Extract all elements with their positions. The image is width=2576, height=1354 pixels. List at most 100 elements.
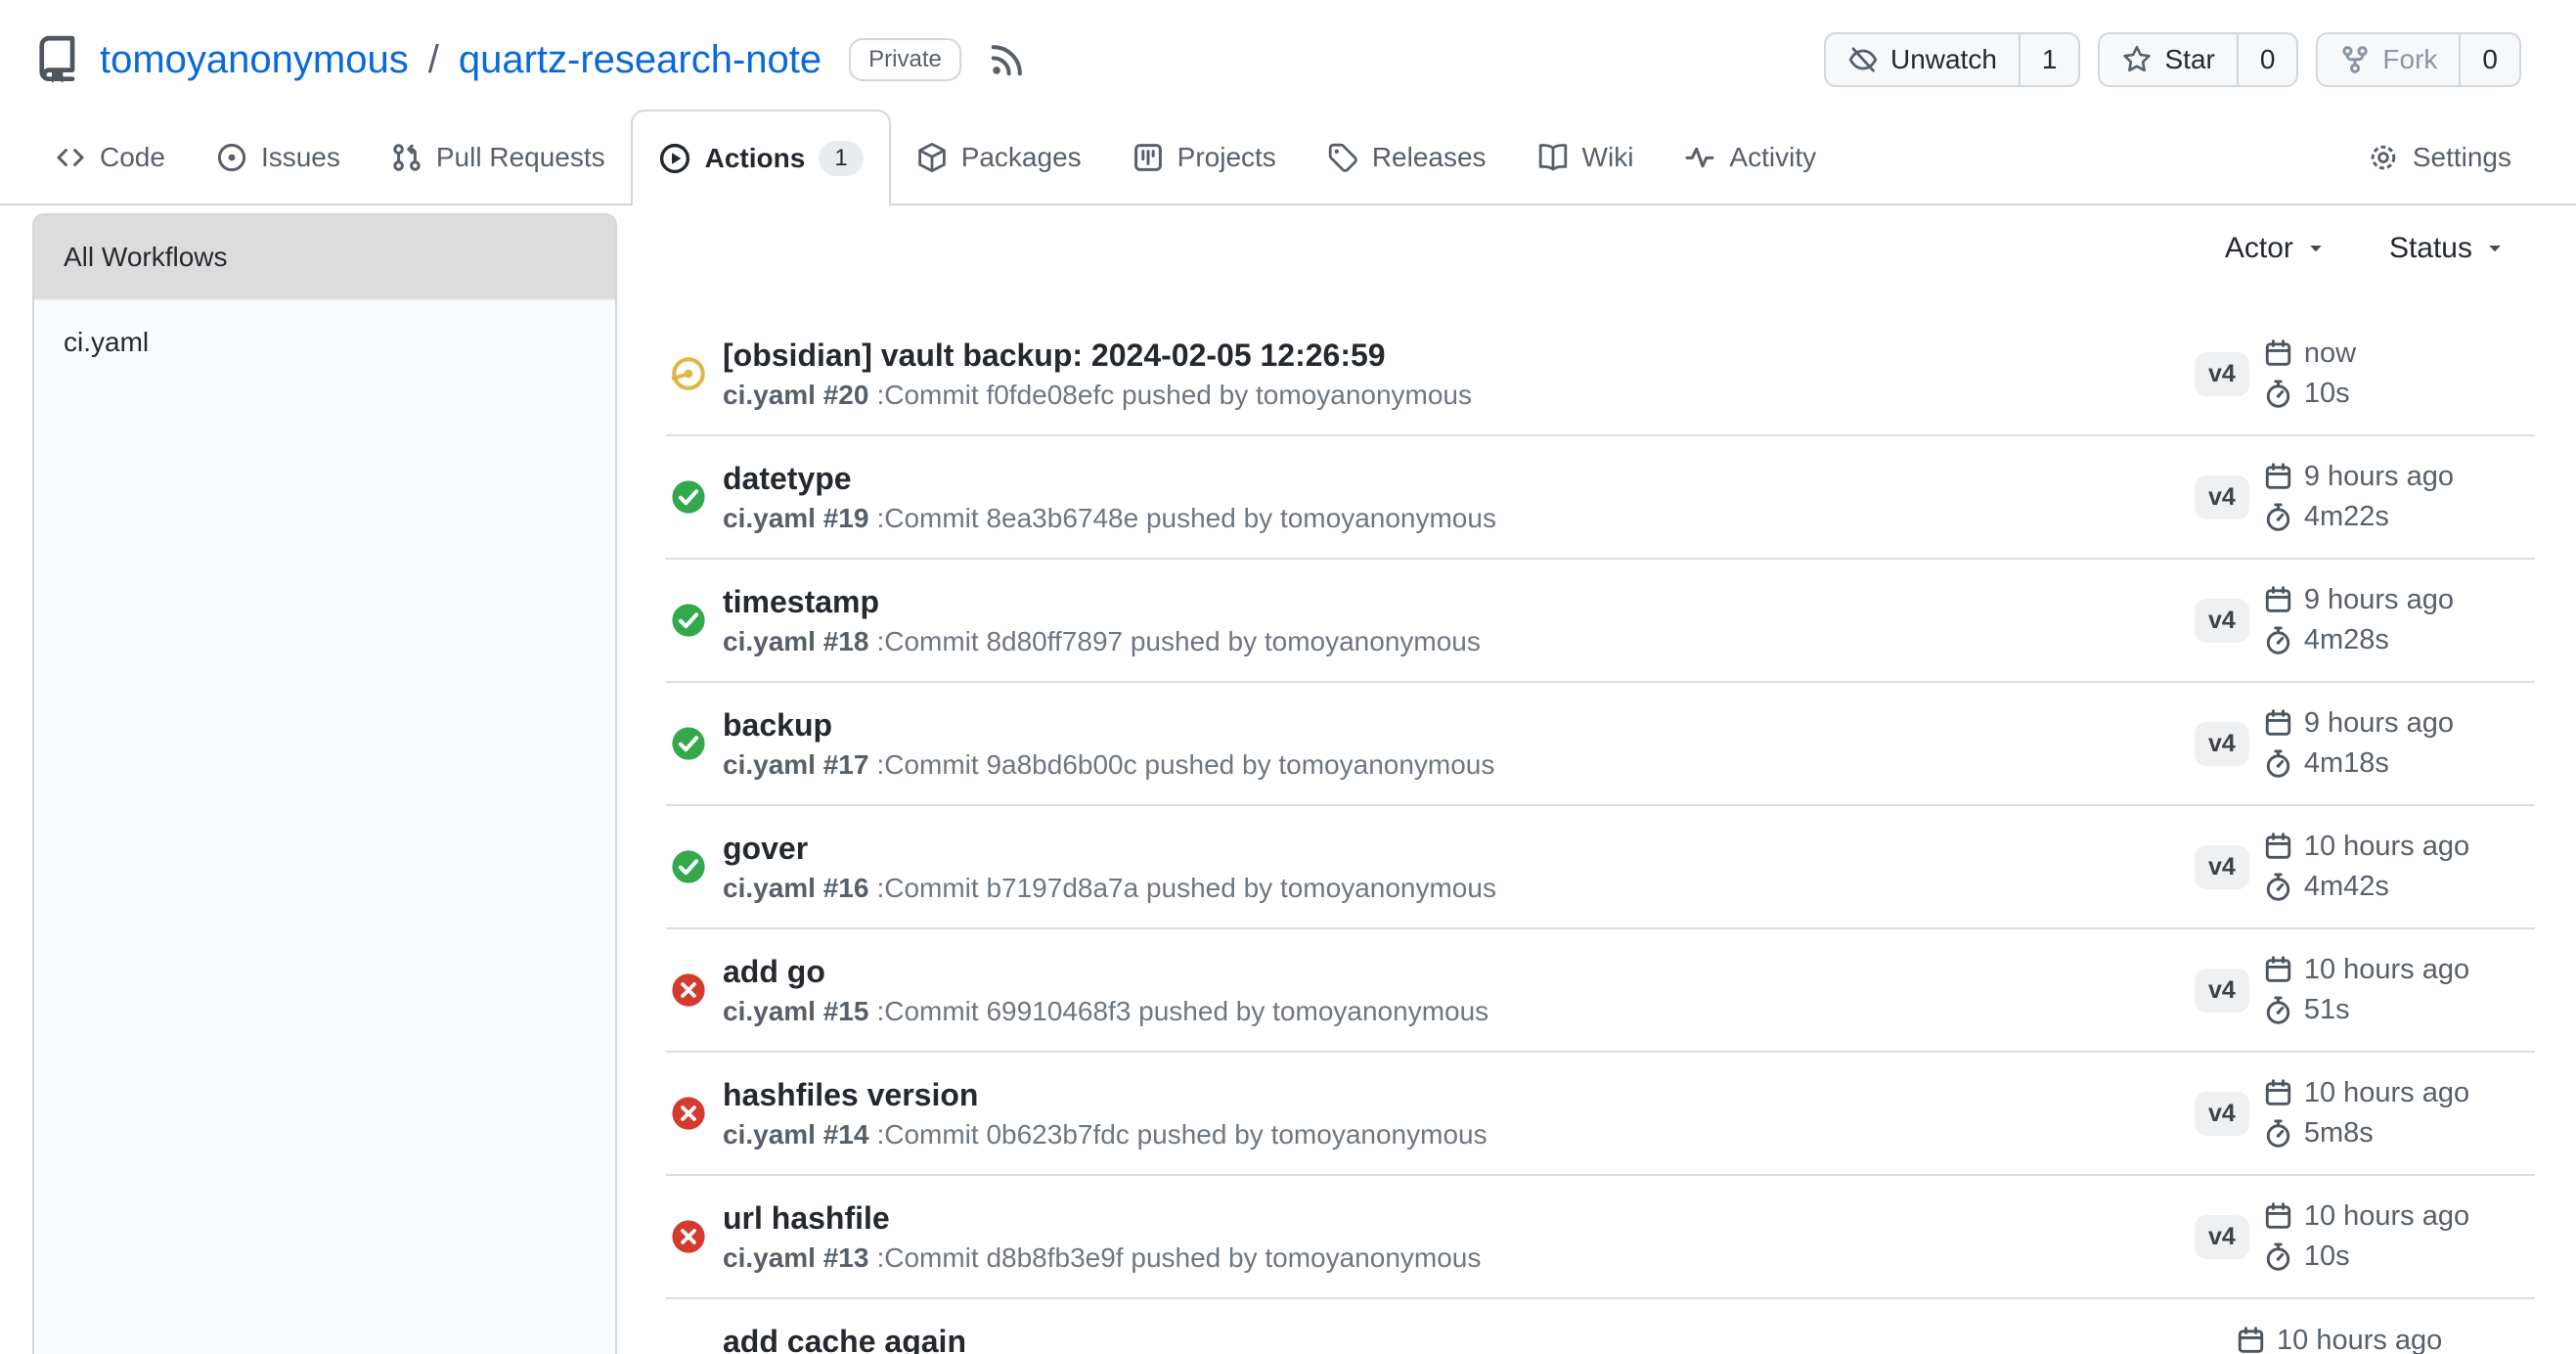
- run-subtitle: ci.yaml #13:Commit d8b8fb3e9f pushed by …: [723, 1241, 2195, 1275]
- run-time-line: 10 hours ago: [2263, 1077, 2469, 1109]
- status-filter-label: Status: [2389, 232, 2472, 265]
- repo-name-link[interactable]: quartz-research-note: [459, 38, 822, 82]
- tab-releases[interactable]: Releases: [1302, 110, 1512, 205]
- run-duration: 4m18s: [2304, 747, 2389, 780]
- run-subtitle: ci.yaml #17:Commit 9a8bd6b00c pushed by …: [723, 748, 2195, 782]
- sidebar-item-ci-yaml[interactable]: ci.yaml: [34, 300, 615, 384]
- fork-count[interactable]: 0: [2459, 34, 2519, 85]
- run-status-icon: [670, 848, 707, 885]
- code-icon: [55, 142, 86, 173]
- tab-pull-requests[interactable]: Pull Requests: [366, 110, 631, 205]
- workflow-run-row: add cache again 10 hours ago: [666, 1299, 2535, 1354]
- repo-owner-link[interactable]: tomoyanonymous: [100, 38, 409, 82]
- version-badge: v4: [2195, 1092, 2249, 1136]
- workflow-run-row: timestamp ci.yaml #18:Commit 8d80ff7897 …: [666, 560, 2535, 683]
- workflow-sidebar: All Workflows ci.yaml: [32, 213, 617, 1354]
- tab-wiki[interactable]: Wiki: [1512, 110, 1660, 205]
- run-duration-line: 4m22s: [2263, 501, 2454, 533]
- run-title-link[interactable]: timestamp: [723, 583, 2195, 620]
- run-meta-col: 10 hours ago 4m42s: [2263, 831, 2469, 903]
- repo-separator: /: [428, 38, 439, 82]
- workflow-run-row: add go ci.yaml #15:Commit 69910468f3 pus…: [666, 929, 2535, 1053]
- tab-activity[interactable]: Activity: [1659, 110, 1842, 205]
- run-time-line: now: [2263, 338, 2356, 370]
- workflow-ref: ci.yaml #20: [723, 380, 868, 410]
- sidebar-item-all-workflows[interactable]: All Workflows: [34, 215, 615, 300]
- workflow-run-row: hashfiles version ci.yaml #14:Commit 0b6…: [666, 1053, 2535, 1176]
- workflow-run-row: datetype ci.yaml #19:Commit 8ea3b6748e p…: [666, 436, 2535, 560]
- run-title-link[interactable]: backup: [723, 706, 2195, 744]
- run-duration-line: 10s: [2263, 1241, 2469, 1273]
- tab-releases-label: Releases: [1372, 142, 1487, 173]
- version-badge: v4: [2195, 722, 2249, 766]
- run-title-link[interactable]: [obsidian] vault backup: 2024-02-05 12:2…: [723, 337, 2195, 374]
- run-text: add cache again: [723, 1323, 2195, 1354]
- run-duration: 4m42s: [2304, 871, 2389, 903]
- run-status-icon: [670, 971, 707, 1009]
- commit-info: :Commit f0fde08efc pushed by tomoyanonym…: [876, 380, 1472, 410]
- run-time-line: 9 hours ago: [2263, 707, 2454, 740]
- run-duration-line: 4m18s: [2263, 747, 2454, 780]
- repo-book-icon: [33, 35, 82, 84]
- run-status-icon: [670, 478, 707, 516]
- stopwatch-icon: [2263, 872, 2293, 902]
- run-title-link[interactable]: gover: [723, 830, 2195, 867]
- fork-button[interactable]: Fork: [2318, 34, 2459, 85]
- actor-filter-dropdown[interactable]: Actor: [2225, 232, 2327, 265]
- workflow-ref: ci.yaml #19: [723, 503, 868, 533]
- run-time: 10 hours ago: [2304, 1077, 2469, 1109]
- visibility-badge: Private: [849, 38, 961, 81]
- run-time: 9 hours ago: [2304, 461, 2454, 493]
- run-time-line: 9 hours ago: [2263, 584, 2454, 616]
- tab-code[interactable]: Code: [29, 110, 191, 205]
- version-badge: v4: [2195, 969, 2249, 1013]
- run-list: [obsidian] vault backup: 2024-02-05 12:2…: [666, 313, 2535, 1354]
- run-duration: 4m22s: [2304, 501, 2389, 533]
- run-title-link[interactable]: hashfiles version: [723, 1076, 2195, 1113]
- rss-feed-icon: [989, 41, 1026, 78]
- status-filter-dropdown[interactable]: Status: [2389, 232, 2506, 265]
- workflow-run-row: gover ci.yaml #16:Commit b7197d8a7a push…: [666, 806, 2535, 929]
- run-time-line: 10 hours ago: [2236, 1325, 2442, 1354]
- tab-projects[interactable]: Projects: [1107, 110, 1302, 205]
- run-meta-col: 10 hours ago 10s: [2263, 1200, 2469, 1273]
- run-duration: 5m8s: [2304, 1117, 2374, 1150]
- stopwatch-icon: [2263, 625, 2293, 655]
- run-meta: v4 10 hours ago 10s: [2195, 1200, 2535, 1273]
- run-subtitle: ci.yaml #18:Commit 8d80ff7897 pushed by …: [723, 625, 2195, 658]
- repo-header: tomoyanonymous / quartz-research-note Pr…: [0, 0, 2576, 110]
- run-status-icon: [670, 602, 707, 639]
- run-time: now: [2304, 338, 2356, 370]
- run-meta: v4 9 hours ago 4m22s: [2195, 461, 2535, 533]
- workflow-ref: ci.yaml #18: [723, 626, 868, 656]
- unwatch-button[interactable]: Unwatch: [1826, 34, 2019, 85]
- version-badge: v4: [2195, 352, 2249, 396]
- run-meta-col: 10 hours ago 5m8s: [2263, 1077, 2469, 1150]
- star-label: Star: [2164, 44, 2214, 75]
- run-title-link[interactable]: datetype: [723, 460, 2195, 497]
- check-circle-icon: [670, 848, 707, 885]
- gear-icon: [2368, 142, 2399, 173]
- check-circle-icon: [670, 602, 707, 639]
- commit-info: :Commit 9a8bd6b00c pushed by tomoyanonym…: [876, 749, 1494, 780]
- run-meta: v4 9 hours ago 4m18s: [2195, 707, 2535, 780]
- unwatch-label: Unwatch: [1890, 44, 1997, 75]
- run-meta-col: 10 hours ago: [2236, 1325, 2442, 1354]
- check-circle-icon: [670, 478, 707, 516]
- project-icon: [1133, 142, 1164, 173]
- watch-count[interactable]: 1: [2019, 34, 2079, 85]
- fork-icon: [2339, 44, 2371, 75]
- run-title-link[interactable]: add go: [723, 953, 2195, 990]
- tab-settings[interactable]: Settings: [2342, 110, 2537, 205]
- tag-icon: [1327, 142, 1358, 173]
- tab-packages[interactable]: Packages: [891, 110, 1107, 205]
- version-badge: v4: [2195, 599, 2249, 643]
- actor-filter-label: Actor: [2225, 232, 2293, 265]
- run-title-link[interactable]: add cache again: [723, 1323, 2195, 1354]
- star-count[interactable]: 0: [2237, 34, 2297, 85]
- star-button[interactable]: Star: [2100, 34, 2236, 85]
- tab-issues[interactable]: Issues: [191, 110, 366, 205]
- tab-actions[interactable]: Actions 1: [631, 110, 891, 205]
- run-title-link[interactable]: url hashfile: [723, 1199, 2195, 1237]
- workflow-run-row: backup ci.yaml #17:Commit 9a8bd6b00c pus…: [666, 683, 2535, 806]
